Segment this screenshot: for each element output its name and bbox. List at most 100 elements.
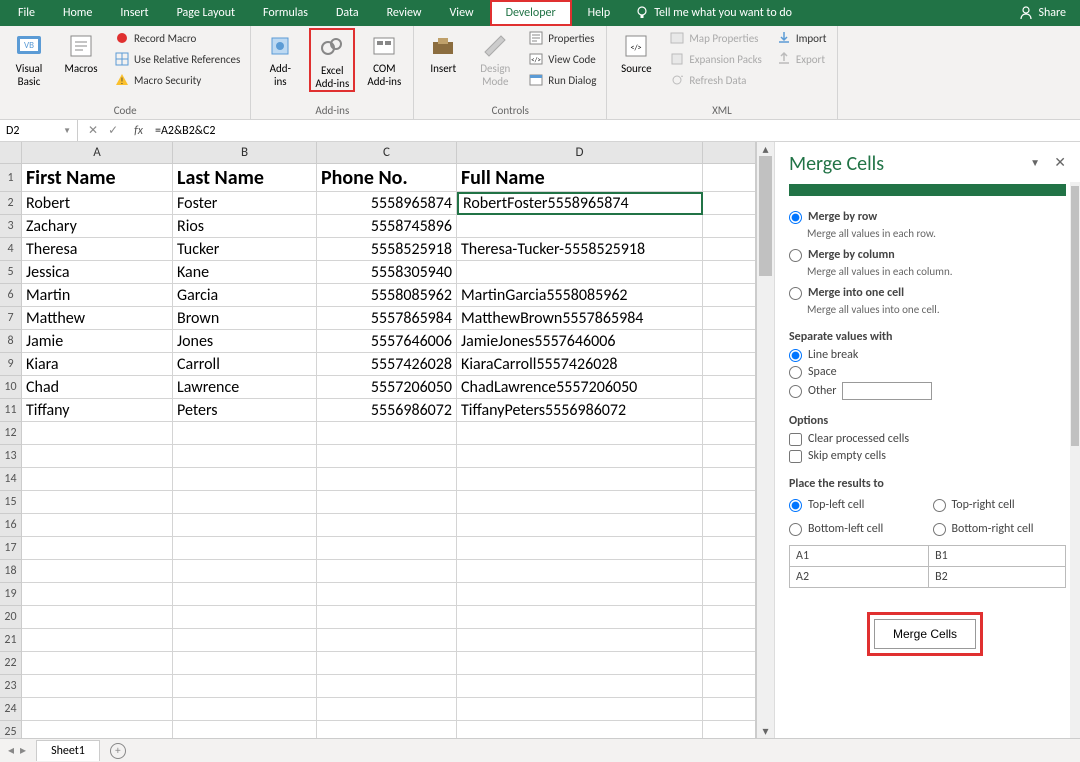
insert-control-button[interactable]: Insert	[420, 28, 466, 75]
column-header-A[interactable]: A	[22, 142, 173, 164]
row-header[interactable]: 3	[0, 215, 22, 238]
bottom-left-radio[interactable]: Bottom-left cell	[789, 522, 923, 536]
row-header[interactable]: 5	[0, 261, 22, 284]
top-right-radio[interactable]: Top-right cell	[933, 498, 1067, 512]
com-addins-button[interactable]: COM Add-ins	[361, 28, 407, 88]
tab-help[interactable]: Help	[574, 0, 625, 26]
row-header[interactable]: 4	[0, 238, 22, 261]
cell[interactable]	[457, 491, 703, 514]
cell[interactable]	[317, 652, 457, 675]
tab-page-layout[interactable]: Page Layout	[163, 0, 249, 26]
cell[interactable]: 5557206050	[317, 376, 457, 399]
cell[interactable]	[22, 606, 173, 629]
row-header[interactable]: 14	[0, 468, 22, 491]
cell[interactable]: 5557646006	[317, 330, 457, 353]
cell[interactable]	[317, 698, 457, 721]
cell[interactable]	[22, 560, 173, 583]
row-header[interactable]: 18	[0, 560, 22, 583]
cell[interactable]: 5556986072	[317, 399, 457, 422]
cell[interactable]: Martin	[22, 284, 173, 307]
cell[interactable]: Peters	[173, 399, 317, 422]
cell[interactable]	[317, 583, 457, 606]
cell[interactable]	[457, 698, 703, 721]
result-cell[interactable]: B2	[929, 567, 1066, 588]
expansion-packs-button[interactable]: Expansion Packs	[665, 49, 765, 69]
cell[interactable]: Zachary	[22, 215, 173, 238]
cell[interactable]	[173, 629, 317, 652]
cell[interactable]	[457, 215, 703, 238]
merge-by-row-radio[interactable]: Merge by row	[789, 210, 1066, 224]
clear-processed-checkbox[interactable]: Clear processed cells	[789, 432, 1066, 446]
row-header[interactable]: 21	[0, 629, 22, 652]
cell[interactable]: Jamie	[22, 330, 173, 353]
cell[interactable]	[173, 445, 317, 468]
tab-developer[interactable]: Developer	[490, 0, 572, 26]
cell[interactable]: Rios	[173, 215, 317, 238]
row-header[interactable]: 1	[0, 164, 22, 192]
record-macro-button[interactable]: Record Macro	[110, 28, 244, 48]
merge-one-cell-radio[interactable]: Merge into one cell	[789, 286, 1066, 300]
row-header[interactable]: 22	[0, 652, 22, 675]
cell[interactable]	[22, 445, 173, 468]
cell[interactable]	[173, 606, 317, 629]
prev-sheet-icon[interactable]: ◂	[8, 743, 14, 758]
row-header[interactable]: 6	[0, 284, 22, 307]
column-header-D[interactable]: D	[457, 142, 703, 164]
row-header[interactable]: 9	[0, 353, 22, 376]
cell[interactable]: 5558085962	[317, 284, 457, 307]
cell[interactable]	[22, 422, 173, 445]
macros-button[interactable]: Macros	[58, 28, 104, 75]
space-radio[interactable]: Space	[789, 365, 1066, 379]
cell[interactable]	[317, 445, 457, 468]
pane-dropdown-icon[interactable]: ▼	[1030, 156, 1040, 169]
cell[interactable]: Full Name	[457, 164, 703, 192]
cell[interactable]	[457, 583, 703, 606]
tab-insert[interactable]: Insert	[106, 0, 162, 26]
cell[interactable]: ChadLawrence5557206050	[457, 376, 703, 399]
tab-review[interactable]: Review	[373, 0, 436, 26]
map-properties-button[interactable]: Map Properties	[665, 28, 765, 48]
formula-input[interactable]: =A2&B2&C2	[149, 124, 1080, 138]
other-radio[interactable]: Other	[789, 382, 1066, 400]
cell[interactable]	[457, 537, 703, 560]
result-cell[interactable]: A2	[790, 567, 929, 588]
row-header[interactable]: 15	[0, 491, 22, 514]
cell[interactable]	[457, 445, 703, 468]
top-left-radio[interactable]: Top-left cell	[789, 498, 923, 512]
cell[interactable]	[173, 468, 317, 491]
import-button[interactable]: Import	[772, 28, 831, 48]
run-dialog-button[interactable]: Run Dialog	[524, 70, 600, 90]
cell[interactable]: 5558525918	[317, 238, 457, 261]
cell[interactable]: Matthew	[22, 307, 173, 330]
cell[interactable]: Lawrence	[173, 376, 317, 399]
cell[interactable]	[457, 422, 703, 445]
add-sheet-button[interactable]: +	[110, 743, 126, 759]
tell-me-search[interactable]: Tell me what you want to do	[624, 5, 802, 21]
cell[interactable]: MartinGarcia5558085962	[457, 284, 703, 307]
cell[interactable]	[457, 652, 703, 675]
column-header-B[interactable]: B	[173, 142, 317, 164]
row-header[interactable]: 13	[0, 445, 22, 468]
scroll-thumb[interactable]	[759, 156, 772, 276]
scroll-down-icon[interactable]: ▾	[757, 724, 774, 738]
cell[interactable]: Theresa-Tucker-5558525918	[457, 238, 703, 261]
result-cell[interactable]: B1	[929, 546, 1066, 567]
cell[interactable]	[317, 606, 457, 629]
cell[interactable]: KiaraCarroll5557426028	[457, 353, 703, 376]
cell[interactable]	[173, 537, 317, 560]
cell[interactable]	[173, 491, 317, 514]
cell[interactable]	[22, 629, 173, 652]
cell[interactable]	[457, 629, 703, 652]
macro-security-button[interactable]: !Macro Security	[110, 70, 244, 90]
properties-button[interactable]: Properties	[524, 28, 600, 48]
share-button[interactable]: Share	[1008, 5, 1076, 21]
cell[interactable]	[173, 698, 317, 721]
cell[interactable]: 5557426028	[317, 353, 457, 376]
row-header[interactable]: 12	[0, 422, 22, 445]
fx-icon[interactable]: fx	[128, 124, 149, 138]
cell[interactable]	[317, 675, 457, 698]
row-header[interactable]: 20	[0, 606, 22, 629]
cell[interactable]	[317, 491, 457, 514]
view-code-button[interactable]: </>View Code	[524, 49, 600, 69]
cell[interactable]	[173, 675, 317, 698]
